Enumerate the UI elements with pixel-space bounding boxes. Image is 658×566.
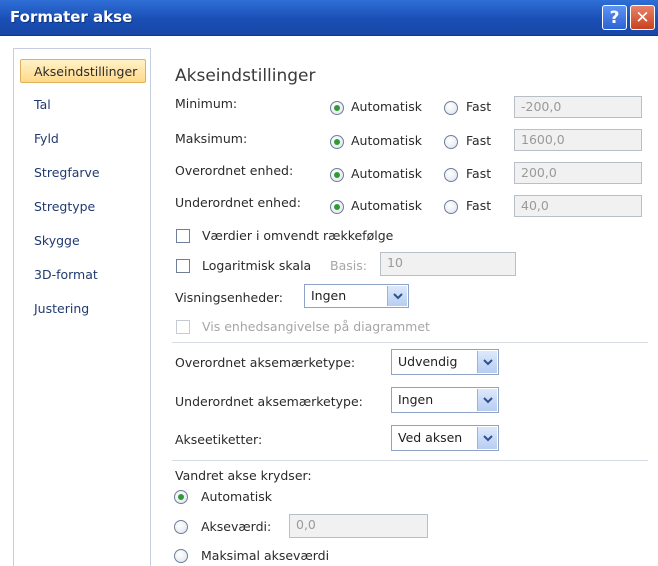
reverse-order-label: Værdier i omvendt rækkefølge — [202, 228, 394, 243]
log-scale-label: Logaritmisk skala — [202, 258, 312, 273]
display-units-value: Ingen — [311, 288, 347, 303]
nav-item-3d-format[interactable]: 3D-format — [20, 263, 146, 287]
minor-tick-value: Ingen — [398, 392, 434, 407]
nav-item-stregtype[interactable]: Stregtype — [20, 195, 146, 219]
category-nav: Akseindstillinger Tal Fyld Stregfarve St… — [13, 48, 151, 566]
crosses-value-field[interactable]: 0,0 — [289, 514, 428, 538]
axis-labels-label: Akseetiketter: — [175, 432, 263, 447]
major-unit-auto-label: Automatisk — [351, 166, 422, 181]
nav-item-tal[interactable]: Tal — [20, 93, 146, 117]
crosses-max-label: Maksimal akseværdi — [201, 548, 330, 563]
help-button[interactable]: ? — [602, 5, 627, 30]
separator — [172, 342, 648, 343]
separator — [172, 460, 648, 461]
panel-heading: Akseindstillinger — [175, 66, 316, 86]
axis-labels-value: Ved aksen — [398, 430, 463, 445]
close-button[interactable]: ✕ — [630, 5, 655, 30]
chevron-down-icon — [387, 286, 407, 306]
crosses-value-radio[interactable] — [174, 520, 188, 534]
crosses-auto-label: Automatisk — [201, 489, 272, 504]
reverse-order-checkbox[interactable] — [176, 229, 190, 243]
minimum-value-field[interactable]: -200,0 — [514, 96, 642, 118]
crosses-max-radio[interactable] — [174, 549, 188, 563]
maximum-value-field[interactable]: 1600,0 — [514, 129, 642, 151]
display-units-label: Visningsenheder: — [175, 290, 284, 305]
crosses-value-label: Akseværdi: — [201, 519, 272, 534]
major-tick-value: Udvendig — [398, 354, 458, 369]
axis-labels-dropdown[interactable]: Ved aksen — [391, 425, 499, 451]
nav-item-fyld[interactable]: Fyld — [20, 127, 146, 151]
title-bar: Formater akse ? ✕ — [0, 0, 658, 36]
window-title: Formater akse — [10, 8, 133, 26]
minimum-auto-label: Automatisk — [351, 99, 422, 114]
minor-unit-auto-radio[interactable] — [330, 200, 344, 214]
minor-unit-value-field[interactable]: 40,0 — [514, 195, 642, 217]
nav-item-skygge[interactable]: Skygge — [20, 229, 146, 253]
major-tick-label: Overordnet aksemærketype: — [175, 355, 356, 370]
chevron-down-icon — [477, 427, 497, 449]
minor-unit-label: Underordnet enhed: — [175, 195, 301, 210]
show-units-checkbox[interactable] — [176, 320, 190, 334]
minor-unit-auto-label: Automatisk — [351, 198, 422, 213]
minimum-auto-radio[interactable] — [330, 101, 344, 115]
show-units-label: Vis enhedsangivelse på diagrammet — [202, 319, 430, 334]
display-units-dropdown[interactable]: Ingen — [304, 284, 409, 308]
crosses-label: Vandret akse krydser: — [175, 468, 312, 483]
maximum-label: Maksimum: — [175, 131, 248, 146]
minor-unit-fixed-label: Fast — [466, 198, 492, 213]
nav-item-stregfarve[interactable]: Stregfarve — [20, 161, 146, 185]
maximum-fixed-label: Fast — [466, 133, 492, 148]
maximum-fixed-radio[interactable] — [444, 135, 458, 149]
crosses-auto-radio[interactable] — [174, 490, 188, 504]
major-tick-dropdown[interactable]: Udvendig — [391, 349, 499, 375]
major-unit-fixed-label: Fast — [466, 166, 492, 181]
minimum-fixed-label: Fast — [466, 99, 492, 114]
minor-tick-dropdown[interactable]: Ingen — [391, 387, 499, 413]
nav-item-akseindstillinger[interactable]: Akseindstillinger — [20, 59, 146, 83]
major-unit-value-field[interactable]: 200,0 — [514, 162, 642, 184]
base-value-field[interactable]: 10 — [380, 252, 516, 276]
maximum-auto-label: Automatisk — [351, 133, 422, 148]
maximum-auto-radio[interactable] — [330, 135, 344, 149]
log-scale-checkbox[interactable] — [176, 259, 190, 273]
nav-item-justering[interactable]: Justering — [20, 297, 146, 321]
major-unit-fixed-radio[interactable] — [444, 168, 458, 182]
chevron-down-icon — [477, 351, 497, 373]
minimum-fixed-radio[interactable] — [444, 101, 458, 115]
chevron-down-icon — [477, 389, 497, 411]
base-label: Basis: — [330, 258, 367, 273]
minor-tick-label: Underordnet aksemærketype: — [175, 394, 363, 409]
major-unit-label: Overordnet enhed: — [175, 163, 294, 178]
axis-options-panel: Akseindstillinger Minimum: Automatisk Fa… — [152, 48, 658, 566]
major-unit-auto-radio[interactable] — [330, 168, 344, 182]
minor-unit-fixed-radio[interactable] — [444, 200, 458, 214]
minimum-label: Minimum: — [175, 96, 238, 111]
